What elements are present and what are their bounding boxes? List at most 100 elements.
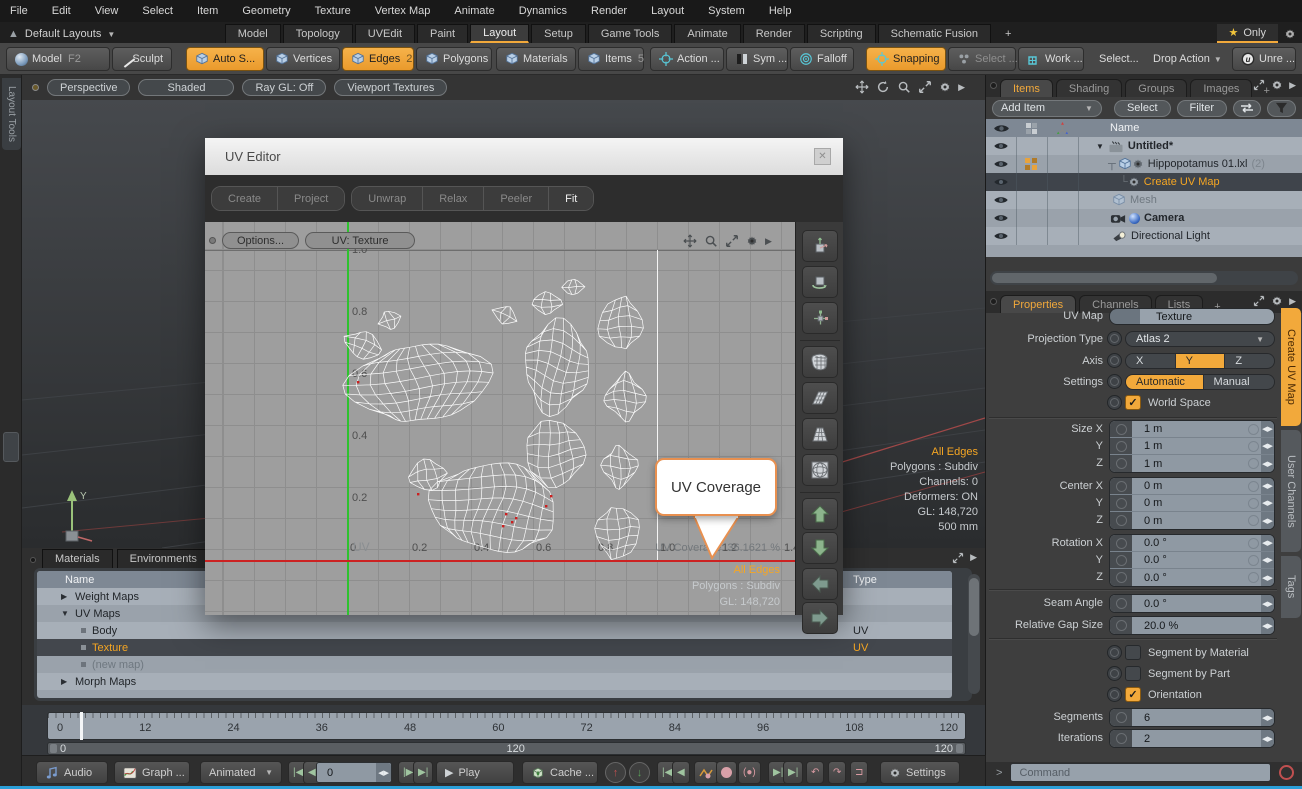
layout-tab-uvedit[interactable]: UVEdit — [355, 24, 415, 43]
sidetab-create-uv-map[interactable]: Create UV Map — [1281, 308, 1301, 426]
item-row-scene[interactable]: ▼ Untitled* — [986, 137, 1302, 155]
action-center-button[interactable]: Action ... — [650, 47, 724, 71]
viewport-rotation-dot[interactable] — [32, 84, 39, 91]
panel-arrow-icon[interactable]: ▶ — [765, 236, 772, 247]
move-tool-button[interactable] — [802, 230, 838, 262]
gear-icon[interactable] — [1271, 79, 1283, 91]
vmap-row-morph-maps[interactable]: ▶ Morph Maps — [37, 673, 952, 690]
rotation-y-field[interactable]: 0.0 °◀▶ — [1110, 552, 1274, 569]
auto-key-button[interactable]: (●) — [738, 761, 761, 784]
size-z-field[interactable]: 1 m◀▶ — [1110, 455, 1274, 472]
zoom-icon[interactable] — [897, 80, 911, 94]
next-key-button[interactable]: ▶| — [783, 761, 803, 784]
panel-arrow-icon[interactable]: ▶ — [958, 82, 965, 93]
menu-select[interactable]: Select — [142, 5, 173, 17]
item-row-camera[interactable]: Camera — [986, 209, 1302, 227]
channel-circle-icon[interactable] — [1107, 666, 1122, 681]
iterations-field[interactable]: 2◀▶ — [1110, 730, 1274, 747]
audio-button[interactable]: Audio — [36, 761, 108, 784]
layout-tab-scripting[interactable]: Scripting — [807, 24, 876, 43]
undo-key-button[interactable]: ↶ — [806, 761, 824, 784]
favorites-only-toggle[interactable]: ★ Only — [1217, 24, 1279, 43]
timeline-range-bar[interactable]: 0 120 120 — [47, 742, 966, 755]
layout-tools-vertical-tab[interactable]: Layout Tools — [2, 78, 21, 150]
create-button[interactable]: Create — [212, 187, 278, 210]
center-x-field[interactable]: 0 m◀▶ — [1110, 478, 1274, 495]
select-button[interactable]: Select — [1114, 100, 1171, 117]
filter-funnel-button[interactable] — [1267, 100, 1296, 117]
layout-tab-schematic-fusion[interactable]: Schematic Fusion — [878, 24, 991, 43]
add-key-button[interactable] — [716, 761, 737, 784]
twirl-right-icon[interactable]: ▶ — [61, 592, 75, 601]
pin-up-icon[interactable]: ▲ — [8, 28, 19, 40]
vmap-scrollbar[interactable] — [968, 574, 980, 694]
sculpt-mode-button[interactable]: Sculpt — [112, 47, 172, 71]
close-icon[interactable]: ✕ — [814, 148, 831, 165]
panel-dot[interactable] — [990, 298, 997, 305]
vmap-row-texture-selected[interactable]: Texture UV — [37, 639, 952, 656]
add-layout-tab-button[interactable]: + — [993, 24, 1023, 43]
menu-edit[interactable]: Edit — [52, 5, 71, 17]
edges-mode-button[interactable]: Edges2 — [342, 47, 414, 71]
eye-icon[interactable] — [993, 213, 1009, 223]
select-menu-button[interactable]: Select... — [1090, 47, 1142, 71]
channel-circle-icon[interactable] — [1107, 331, 1122, 346]
tab-materials[interactable]: Materials — [42, 549, 113, 568]
uv-map-selector[interactable]: UV: Texture — [305, 232, 415, 249]
symmetry-button[interactable]: Sym ... — [726, 47, 788, 71]
uv-map-field[interactable]: Texture — [1109, 308, 1275, 325]
tab-shading[interactable]: Shading — [1056, 79, 1122, 97]
gear-icon[interactable] — [746, 235, 758, 247]
rotation-x-field[interactable]: 0.0 °◀▶ — [1110, 535, 1274, 552]
layout-preset-dropdown[interactable]: ▲ Default Layouts▼ — [0, 28, 129, 43]
items-horizontal-scrollbar[interactable] — [990, 271, 1298, 285]
go-to-end-button[interactable]: ▶| — [413, 761, 433, 784]
projection-type-dropdown[interactable]: Atlas 2▼ — [1125, 331, 1275, 347]
menu-file[interactable]: File — [10, 5, 28, 17]
segment-by-material-checkbox[interactable] — [1125, 645, 1141, 660]
falloff-button[interactable]: Falloff — [790, 47, 854, 71]
center-z-field[interactable]: 0 m◀▶ — [1110, 512, 1274, 529]
cache-button[interactable]: Cache ... — [522, 761, 598, 784]
frame-spinner[interactable]: ◀▶ — [376, 763, 391, 782]
layout-tab-model[interactable]: Model — [225, 24, 281, 43]
uv-plane-tool-button[interactable] — [802, 382, 838, 414]
layout-tab-layout[interactable]: Layout — [470, 24, 529, 43]
twirl-down-icon[interactable]: ▼ — [61, 609, 75, 618]
work-plane-button[interactable]: Work ... — [1018, 47, 1084, 71]
fit-button[interactable]: Fit — [549, 187, 593, 210]
tab-items[interactable]: Items — [1000, 79, 1053, 97]
model-mode-button[interactable]: ModelF2 — [6, 47, 110, 71]
segments-field[interactable]: 6◀▶ — [1110, 709, 1274, 726]
zoom-icon[interactable] — [704, 234, 718, 248]
eye-icon[interactable] — [993, 195, 1009, 205]
gap-size-field[interactable]: 20.0 %◀▶ — [1110, 617, 1274, 634]
command-input[interactable] — [1010, 763, 1271, 782]
layout-tab-animate[interactable]: Animate — [674, 24, 740, 43]
menu-dynamics[interactable]: Dynamics — [519, 5, 567, 17]
move-left-button[interactable] — [802, 568, 838, 600]
menu-help[interactable]: Help — [769, 5, 792, 17]
layout-tab-topology[interactable]: Topology — [283, 24, 353, 43]
eye-icon[interactable] — [993, 159, 1009, 169]
channel-circle-icon[interactable] — [1107, 395, 1122, 410]
item-row-mesh[interactable]: Mesh — [986, 191, 1302, 209]
manual-button[interactable]: Manual — [1204, 375, 1274, 389]
pan-icon[interactable] — [683, 234, 697, 248]
menu-render[interactable]: Render — [591, 5, 627, 17]
panel-arrow-icon[interactable]: ▶ — [970, 552, 977, 564]
menu-texture[interactable]: Texture — [315, 5, 351, 17]
orbit-icon[interactable] — [876, 80, 890, 94]
uv-editor-titlebar[interactable]: UV Editor ✕ — [205, 138, 843, 175]
size-x-field[interactable]: 1 m◀▶ — [1110, 421, 1274, 438]
layout-tab-setup[interactable]: Setup — [531, 24, 586, 43]
relax-button[interactable]: Relax — [423, 187, 484, 210]
unreal-bridge-button[interactable]: Unre ... — [1232, 47, 1296, 71]
options-button[interactable]: Options... — [222, 232, 299, 249]
redo-key-button[interactable]: ↷ — [828, 761, 846, 784]
vmap-row-new-map[interactable]: (new map) — [37, 656, 952, 673]
orientation-checkbox[interactable]: ✓ — [1125, 687, 1141, 702]
menu-geometry[interactable]: Geometry — [242, 5, 290, 17]
layout-tab-game-tools[interactable]: Game Tools — [588, 24, 673, 43]
project-button[interactable]: Project — [278, 187, 344, 210]
